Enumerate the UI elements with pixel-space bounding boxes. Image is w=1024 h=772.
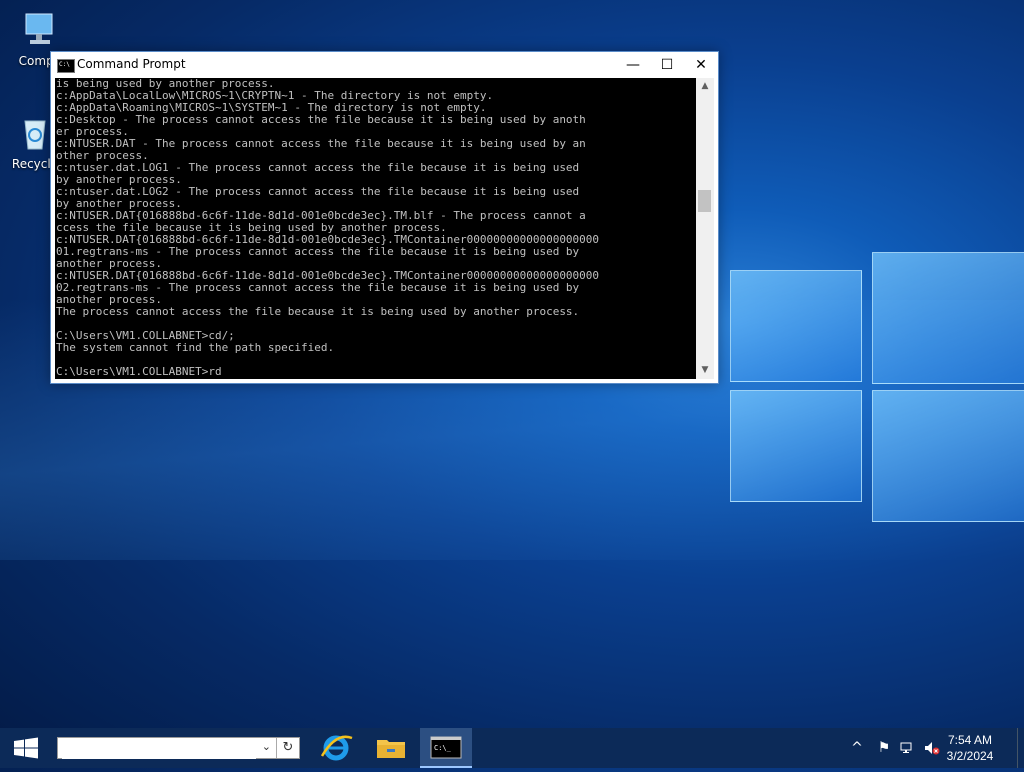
network-icon[interactable] [898, 728, 918, 768]
scrollbar-thumb[interactable] [698, 190, 711, 212]
show-desktop-button[interactable] [1017, 728, 1024, 768]
taskbar-command-prompt[interactable]: C:\_ [420, 728, 472, 768]
vertical-scrollbar[interactable]: ▲ ▼ [696, 78, 714, 379]
internet-explorer-icon [320, 735, 353, 761]
console-line: c:Desktop - The process cannot access th… [56, 113, 586, 126]
flag-icon[interactable]: ⚑ [874, 728, 894, 768]
minimize-button[interactable]: — [616, 52, 650, 78]
close-button[interactable]: ✕ [684, 52, 718, 78]
clock-date: 3/2/2024 [946, 749, 994, 763]
windows-logo-icon [14, 737, 38, 759]
recycle-bin-icon [15, 113, 55, 153]
window-title: Command Prompt [77, 57, 186, 71]
console-line: The process cannot access the file becau… [56, 305, 580, 318]
taskbar: ⌄ ↻ C:\_ ^ ⚑ 7:54 AM 3/2/2024 [0, 728, 1024, 768]
wallpaper-windows-logo [720, 230, 1024, 522]
show-hidden-icons-chevron[interactable]: ^ [846, 728, 868, 768]
console-line: The system cannot find the path specifie… [56, 341, 335, 354]
file-explorer-icon [377, 740, 405, 758]
svg-text:C:\_: C:\_ [434, 744, 452, 752]
refresh-icon[interactable]: ↻ [276, 738, 299, 758]
volume-muted-icon[interactable] [922, 728, 942, 768]
system-clock[interactable]: 7:54 AM 3/2/2024 [940, 732, 1000, 764]
start-button[interactable] [0, 728, 52, 768]
command-prompt-icon [57, 59, 75, 73]
maximize-button[interactable]: ☐ [650, 52, 684, 78]
computer-icon [20, 10, 60, 50]
search-input[interactable] [62, 739, 256, 759]
command-prompt-window[interactable]: Command Prompt — ☐ ✕ is being used by an… [50, 51, 719, 384]
taskbar-file-explorer[interactable] [365, 728, 417, 768]
console-output[interactable]: is being used by another process. c:AppDa… [55, 78, 696, 379]
chevron-down-icon[interactable]: ⌄ [262, 740, 271, 753]
taskbar-search-box[interactable]: ⌄ ↻ [57, 737, 300, 759]
console-line: C:\Users\VM1.COLLABNET>rd [56, 365, 222, 378]
window-titlebar[interactable]: Command Prompt — ☐ ✕ [51, 52, 718, 78]
scroll-up-arrow-icon[interactable]: ▲ [696, 78, 714, 95]
command-prompt-icon: C:\_ [430, 736, 462, 759]
taskbar-internet-explorer[interactable] [310, 728, 362, 768]
clock-time: 7:54 AM [947, 733, 993, 747]
scroll-down-arrow-icon[interactable]: ▼ [696, 362, 714, 379]
console-line: c:NTUSER.DAT - The process cannot access… [56, 137, 586, 150]
